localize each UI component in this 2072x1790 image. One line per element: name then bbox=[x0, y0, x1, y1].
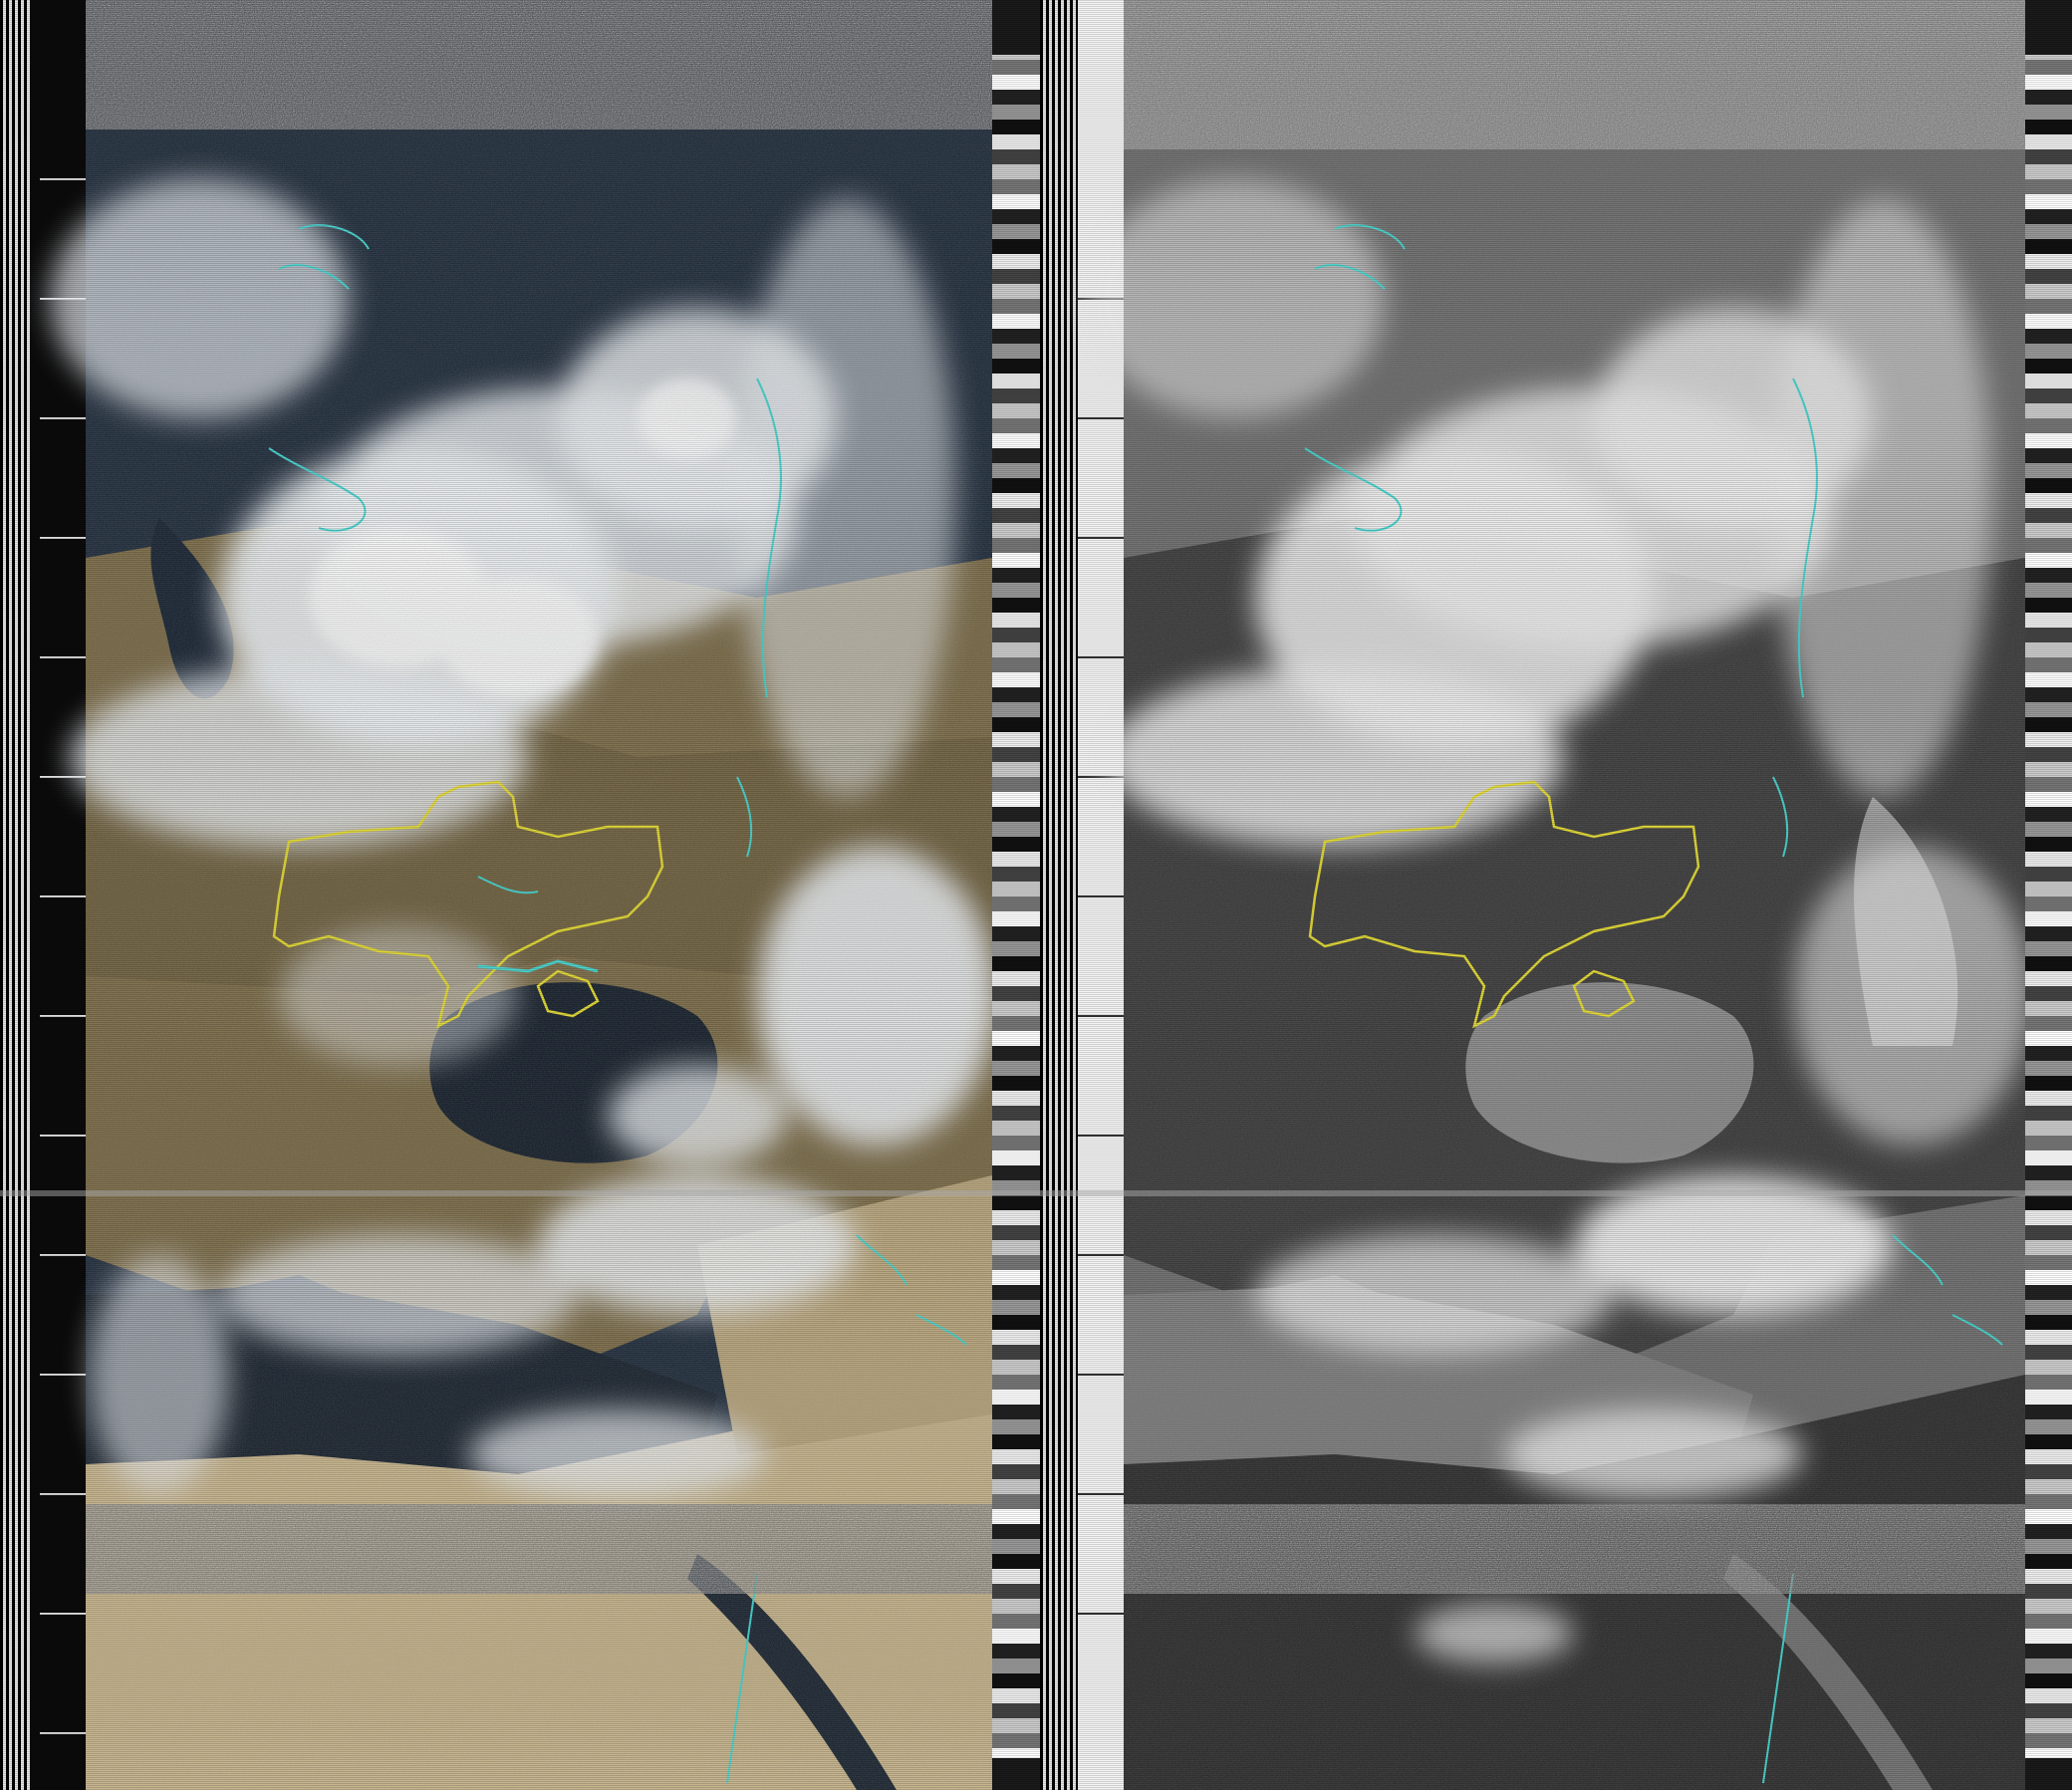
scanline-texture bbox=[0, 0, 2072, 1790]
satellite-image bbox=[0, 0, 2072, 1790]
noise-band bbox=[0, 1190, 2072, 1196]
satellite-image-svg bbox=[0, 0, 2072, 1790]
